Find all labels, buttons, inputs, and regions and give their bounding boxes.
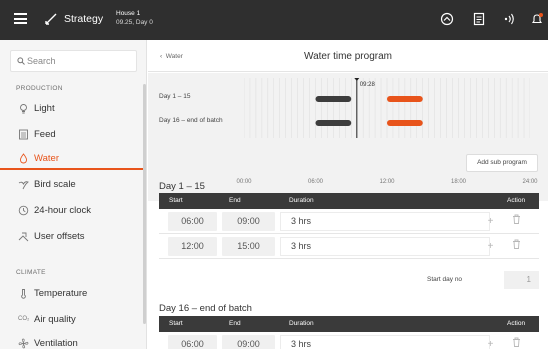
start-time-input[interactable]: 06:00: [168, 335, 217, 349]
clock-icon: [18, 205, 29, 216]
end-time-input[interactable]: 15:00: [222, 237, 275, 256]
start-day-input[interactable]: 1: [504, 271, 539, 289]
sidebar-item-temperature[interactable]: Temperature: [0, 283, 146, 305]
sidebar-item-label: 24-hour clock: [34, 205, 92, 216]
col-start: Start: [169, 197, 183, 204]
timeline-tick: 24:00: [522, 179, 538, 185]
signal-icon[interactable]: [502, 12, 516, 26]
table-row: 06:00 09:00 3 hrs +: [159, 209, 539, 234]
col-action: Action: [507, 320, 526, 327]
timeline-tick: 06:00: [307, 179, 324, 185]
sidebar: Search PRODUCTION Light Feed Water Bird …: [0, 40, 147, 349]
start-day-label: Start day no: [427, 276, 463, 283]
sidebar-item-label: Light: [34, 103, 55, 114]
timeline-tick: 00:00: [236, 179, 252, 185]
timeline-tick: 18:00: [450, 179, 467, 185]
program-title: Day 1 – 15: [159, 181, 205, 192]
house-info[interactable]: House 1 09.25, Day 0: [116, 9, 153, 27]
menu-icon[interactable]: [14, 13, 27, 24]
table-row: 06:00 09:00 3 hrs +: [159, 332, 539, 349]
water-drop-icon: [19, 153, 28, 164]
table-header: Start End Duration Action: [159, 193, 539, 209]
bell-icon[interactable]: [530, 12, 544, 26]
trash-icon[interactable]: [509, 239, 524, 254]
timeline-bar[interactable]: [387, 96, 423, 102]
main-panel: ‹ Water Water time program Day 1 – 15 Da…: [148, 40, 548, 349]
feed-icon: [19, 129, 28, 140]
sidebar-item-label: Air quality: [34, 314, 76, 325]
dashboard-icon[interactable]: [440, 12, 454, 26]
timeline-bar[interactable]: [315, 120, 352, 126]
sidebar-item-ventilation[interactable]: Ventilation: [0, 333, 146, 349]
sidebar-scrollbar[interactable]: [143, 84, 146, 324]
fan-icon: [18, 338, 29, 349]
add-sub-program-button[interactable]: Add sub program: [466, 154, 538, 172]
duration-value: 3 hrs: [280, 335, 490, 349]
timeline-tick: 12:00: [379, 179, 395, 185]
house-time-day: 09.25, Day 0: [116, 19, 153, 26]
module-title[interactable]: Strategy: [64, 13, 103, 25]
duration-value: 3 hrs: [280, 212, 490, 231]
current-time-marker: [354, 78, 360, 81]
sidebar-item-water[interactable]: Water: [0, 148, 146, 170]
col-action: Action: [507, 197, 526, 204]
sidebar-item-feed[interactable]: Feed: [0, 124, 146, 146]
trash-icon[interactable]: [509, 214, 524, 229]
col-start: Start: [169, 320, 183, 327]
section-label-climate: CLIMATE: [16, 269, 46, 276]
timeline-bar[interactable]: [387, 120, 423, 126]
sidebar-item-user-offsets[interactable]: User offsets: [0, 226, 146, 248]
page-title: Water time program: [304, 51, 392, 62]
section-label-production: PRODUCTION: [16, 85, 63, 92]
sidebar-item-label: Bird scale: [34, 179, 76, 190]
end-time-input[interactable]: 09:00: [222, 212, 275, 231]
sidebar-item-label: Ventilation: [34, 338, 78, 349]
timeline-row-label: Day 16 – end of batch: [159, 117, 223, 124]
current-time-label: 09:28: [360, 82, 376, 88]
table-header: Start End Duration Action: [159, 316, 539, 332]
strategy-icon: [45, 13, 57, 25]
end-time-input[interactable]: 09:00: [222, 335, 275, 349]
program-title: Day 16 – end of batch: [159, 303, 252, 314]
col-end: End: [229, 320, 241, 327]
add-row-icon[interactable]: +: [483, 239, 498, 254]
start-time-input[interactable]: 12:00: [168, 237, 217, 256]
table-row: 12:00 15:00 3 hrs +: [159, 234, 539, 259]
timeline-row-label: Day 1 – 15: [159, 93, 191, 100]
sidebar-item-24-hour-clock[interactable]: 24-hour clock: [0, 200, 146, 222]
timeline-bar[interactable]: [315, 96, 352, 102]
bulb-icon: [20, 104, 27, 114]
col-end: End: [229, 197, 241, 204]
add-row-icon[interactable]: +: [483, 337, 498, 349]
timeline-panel: Day 1 – 15 Day 16 – end of batch 09:28 0…: [148, 73, 548, 201]
document-icon[interactable]: [472, 12, 486, 26]
duration-value: 3 hrs: [280, 237, 490, 256]
sidebar-item-label: Water: [34, 153, 59, 164]
top-bar: Strategy House 1 09.25, Day 0: [0, 0, 548, 40]
sidebar-item-light[interactable]: Light: [0, 98, 146, 120]
sidebar-item-label: User offsets: [34, 231, 85, 242]
add-row-icon[interactable]: +: [483, 214, 498, 229]
col-duration: Duration: [289, 197, 314, 204]
main-header: ‹ Water Water time program: [148, 40, 548, 72]
offset-icon: [18, 232, 29, 242]
thermometer-icon: [21, 289, 26, 299]
sidebar-item-bird-scale[interactable]: Bird scale: [0, 174, 146, 196]
house-name: House 1: [116, 10, 141, 17]
search-placeholder: Search: [27, 56, 56, 66]
col-duration: Duration: [289, 320, 314, 327]
sidebar-item-air-quality[interactable]: CO₂ Air quality: [0, 309, 146, 331]
bird-icon: [18, 181, 29, 190]
search-icon: [17, 57, 25, 65]
co2-icon: CO₂: [18, 316, 30, 322]
timeline-chart: 09:28: [244, 78, 530, 138]
search-input[interactable]: Search: [10, 50, 137, 72]
sidebar-item-label: Feed: [34, 129, 56, 140]
start-time-input[interactable]: 06:00: [168, 212, 217, 231]
trash-icon[interactable]: [509, 337, 524, 349]
sidebar-item-label: Temperature: [34, 288, 88, 299]
